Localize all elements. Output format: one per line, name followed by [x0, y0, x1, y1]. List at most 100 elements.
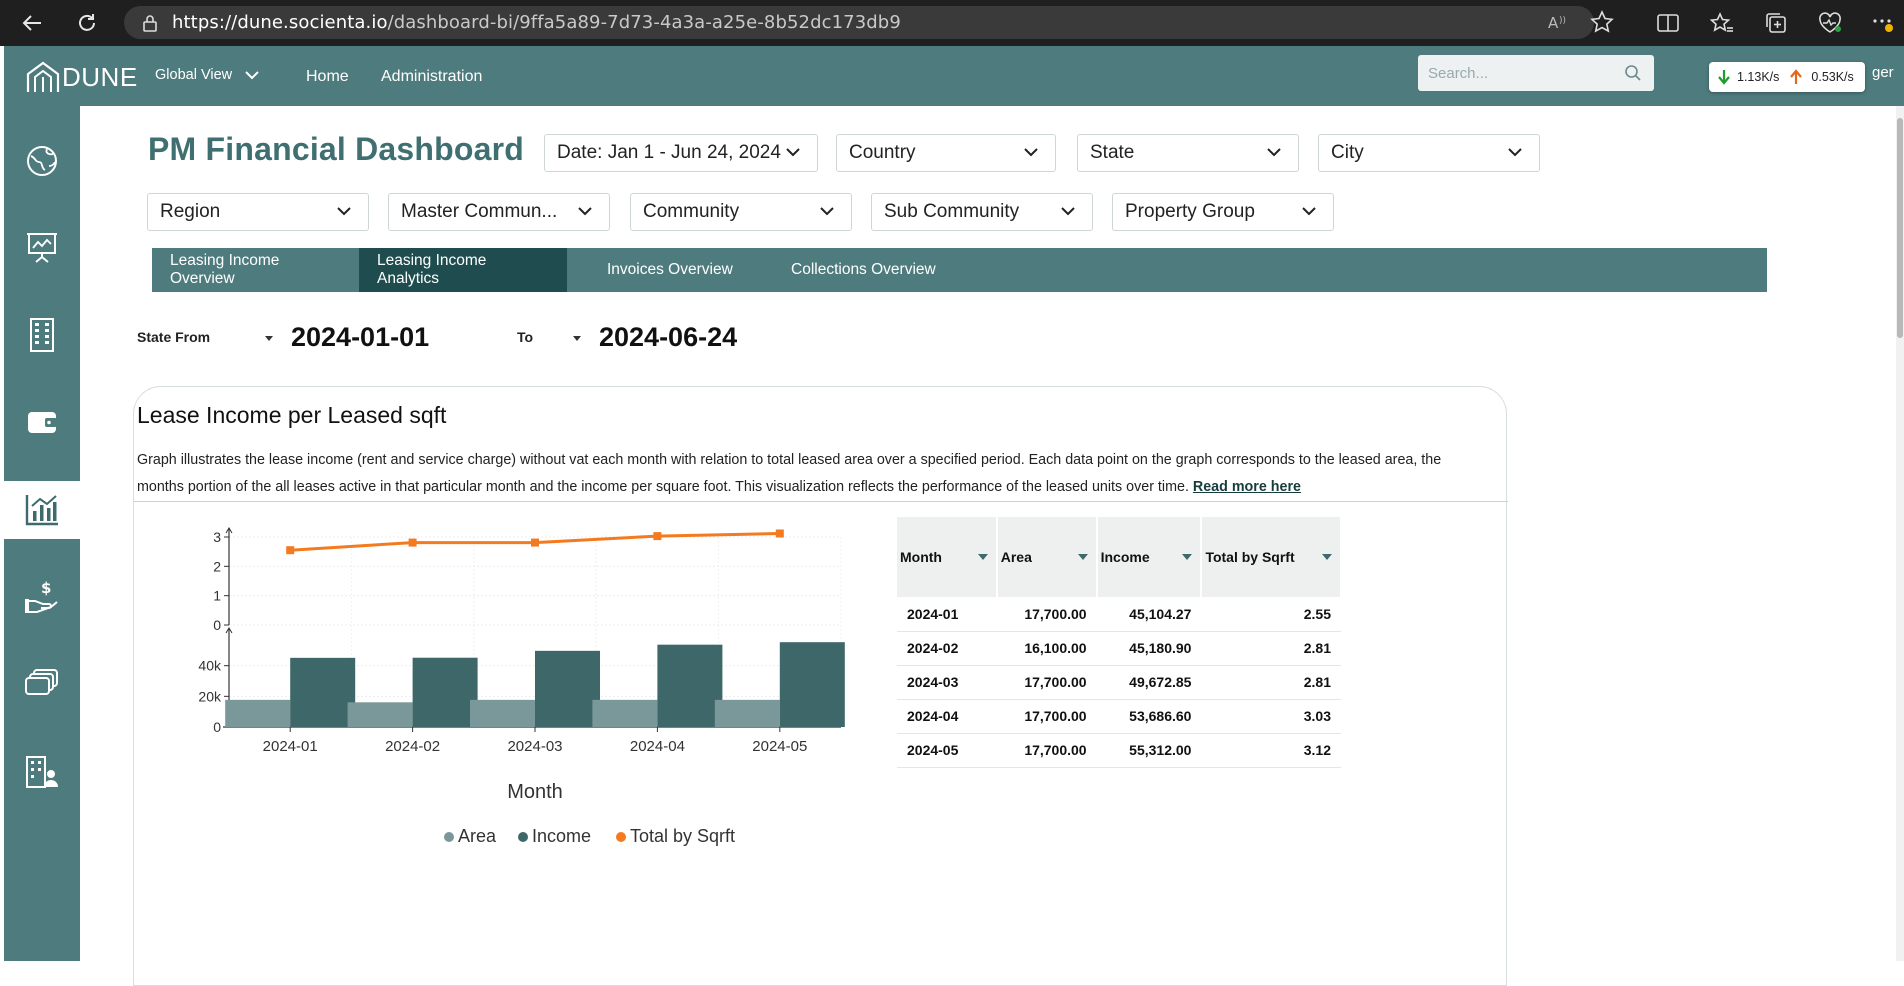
- region-label: Region: [160, 201, 221, 222]
- table-row: 2024-05 17,700.00 55,312.00 3.12: [897, 733, 1341, 768]
- sort-caret-icon: [1182, 554, 1193, 560]
- top-y-tick-label: 3: [213, 529, 221, 545]
- scrollbar-thumb[interactable]: [1897, 118, 1903, 338]
- master-community-label: Master Commun...: [401, 201, 558, 222]
- sidebar-item-global[interactable]: [4, 133, 80, 189]
- dune-logo-mark: [26, 61, 60, 92]
- table-cell: 2.55: [1201, 597, 1341, 632]
- sidebar-item-wallet[interactable]: [4, 394, 80, 450]
- sidebar-item-tenants[interactable]: [4, 744, 80, 800]
- collections-icon[interactable]: [1752, 0, 1800, 46]
- city-filter[interactable]: City: [1318, 134, 1540, 172]
- sidebar-item-buildings[interactable]: [4, 307, 80, 363]
- sort-caret-icon: [1322, 554, 1332, 560]
- search-placeholder: Search...: [1428, 64, 1489, 82]
- download-arrow-icon: [1718, 70, 1730, 85]
- tab-leasing-income-overview[interactable]: Leasing Income Overview: [152, 248, 359, 292]
- state-filter[interactable]: State: [1077, 134, 1299, 172]
- bar-income-2024-05: [779, 642, 845, 727]
- master-community-filter[interactable]: Master Commun...: [388, 193, 610, 231]
- card-divider: [134, 501, 1508, 502]
- table-cell: 2024-03: [897, 665, 997, 700]
- community-label: Community: [643, 201, 740, 222]
- sub-community-label: Sub Community: [884, 201, 1020, 222]
- table-cell: 17,700.00: [996, 699, 1097, 734]
- date-range-label: Date: Jan 1 - Jun 24, 2024: [557, 142, 781, 163]
- lease-income-chart: 0 1 2 3 0 20k 40k 2024-01 2024-02 2024-03 2024-04 2…: [198, 527, 845, 846]
- browser-toolbar: https://dune.socienta.io/dashboard-bi/9f…: [0, 0, 1904, 46]
- chevron-down-icon: [1267, 148, 1281, 157]
- search-input[interactable]: Search...: [1418, 55, 1654, 91]
- bottom-y-tick-label: 20k: [198, 688, 222, 704]
- read-aloud-icon[interactable]: A)): [1548, 13, 1568, 36]
- global-view-dropdown[interactable]: Global View: [155, 67, 260, 83]
- line-point-2024-04: [653, 532, 662, 541]
- to-date[interactable]: 2024-06-24: [599, 322, 737, 353]
- chevron-down-icon: [578, 207, 592, 216]
- dune-logo[interactable]: DUNE: [26, 60, 138, 94]
- table-cell: 17,700.00: [996, 665, 1097, 700]
- table-cell: 17,700.00: [996, 597, 1097, 632]
- property-group-filter[interactable]: Property Group: [1112, 193, 1334, 231]
- address-bar[interactable]: https://dune.socienta.io/dashboard-bi/9f…: [124, 6, 1594, 39]
- browser-essentials-icon[interactable]: [1806, 0, 1854, 46]
- state-from-caret-icon[interactable]: [265, 336, 273, 341]
- th-month[interactable]: Month: [897, 517, 998, 597]
- region-filter[interactable]: Region: [147, 193, 369, 231]
- dashboard-tabs: Leasing Income Overview Leasing Income A…: [152, 248, 1767, 292]
- line-point-2024-03: [531, 538, 539, 547]
- nav-home[interactable]: Home: [306, 68, 349, 86]
- tab-leasing-income-analytics[interactable]: Leasing Income Analytics: [359, 248, 567, 292]
- th-area[interactable]: Area: [996, 517, 1098, 597]
- sidebar-item-analytics[interactable]: [4, 481, 80, 539]
- chevron-down-icon: [337, 207, 351, 216]
- lease-income-table: Month Area Income Total by Sqrft 2024-01…: [897, 517, 1342, 768]
- state-from-date[interactable]: 2024-01-01: [291, 322, 429, 353]
- line-point-2024-05: [775, 529, 784, 538]
- page-scrollbar[interactable]: [1896, 106, 1904, 961]
- table-cell: 49,672.85: [1096, 665, 1202, 700]
- bar-income-2024-03: [535, 650, 600, 727]
- bar-income-2024-02: [412, 657, 478, 727]
- svg-text:)): )): [1559, 16, 1566, 26]
- split-screen-icon[interactable]: [1644, 0, 1692, 46]
- favorite-star-icon[interactable]: [1590, 10, 1614, 39]
- building-icon: [30, 318, 54, 352]
- page-title: PM Financial Dashboard: [148, 131, 525, 167]
- x-tick-label: 2024-05: [752, 738, 807, 755]
- table-row: 2024-01 17,700.00 45,104.27 2.55: [897, 597, 1341, 632]
- sidebar-item-payments[interactable]: $: [4, 569, 80, 625]
- table-cell: 2024-05: [897, 733, 997, 768]
- table-row: 2024-04 17,700.00 53,686.60 3.03: [897, 699, 1341, 734]
- legend-marker: [518, 832, 528, 842]
- back-button[interactable]: [8, 0, 56, 46]
- th-total-by-sqrft[interactable]: Total by Sqrft: [1201, 517, 1342, 597]
- sidebar-item-stacked[interactable]: [4, 655, 80, 711]
- date-range-filter[interactable]: Date: Jan 1 - Jun 24, 2024: [544, 134, 818, 172]
- refresh-button[interactable]: [63, 0, 111, 46]
- property-group-label: Property Group: [1125, 201, 1255, 222]
- lock-icon: [143, 14, 157, 32]
- url-text: https://dune.socienta.io/dashboard-bi/9f…: [172, 12, 901, 33]
- back-arrow-icon: [22, 15, 41, 31]
- table-row: 2024-03 17,700.00 49,672.85 2.81: [897, 665, 1341, 700]
- bar-area-2024-02: [347, 702, 413, 727]
- tab-invoices-overview[interactable]: Invoices Overview: [567, 248, 759, 292]
- community-filter[interactable]: Community: [630, 193, 852, 231]
- sub-community-filter[interactable]: Sub Community: [871, 193, 1093, 231]
- favorites-icon[interactable]: [1698, 0, 1746, 46]
- read-more-link[interactable]: Read more here: [1193, 479, 1301, 495]
- country-filter[interactable]: Country: [836, 134, 1056, 172]
- user-menu[interactable]: ger: [1872, 64, 1894, 81]
- legend-label-total-by-sqrft: Total by Sqrft: [630, 826, 735, 846]
- th-income[interactable]: Income: [1096, 517, 1203, 597]
- nav-administration[interactable]: Administration: [381, 68, 482, 86]
- table-cell: 3.03: [1201, 699, 1341, 734]
- tab-collections-overview[interactable]: Collections Overview: [759, 248, 979, 292]
- bottom-y-tick-label: 40k: [198, 658, 222, 674]
- to-caret-icon[interactable]: [573, 336, 581, 341]
- sidebar-item-presentation[interactable]: [4, 219, 80, 275]
- more-options-icon[interactable]: [1860, 0, 1904, 46]
- search-icon[interactable]: [1624, 64, 1642, 82]
- app-header: DUNE Global View Home Administration Sea…: [4, 46, 1904, 106]
